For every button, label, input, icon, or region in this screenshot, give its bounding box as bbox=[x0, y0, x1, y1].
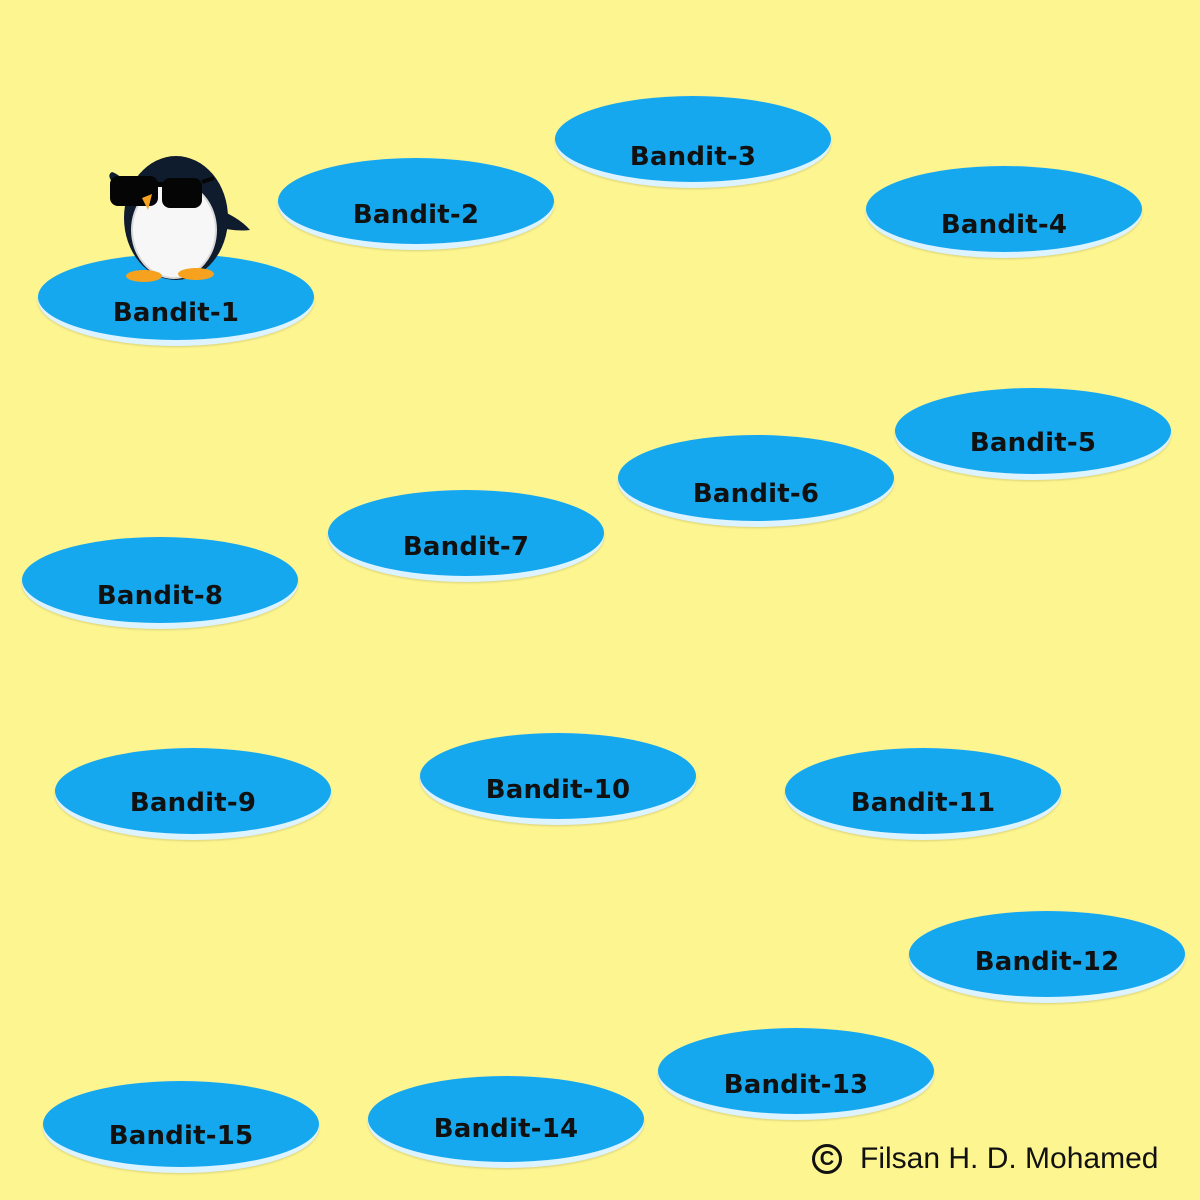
pad-label: Bandit-11 bbox=[850, 788, 996, 818]
pad-label: Bandit-5 bbox=[969, 428, 1097, 458]
pad-label: Bandit-14 bbox=[433, 1114, 579, 1144]
pad-bandit-5[interactable]: Bandit-5 bbox=[895, 388, 1171, 480]
pad-bandit-15[interactable]: Bandit-15 bbox=[43, 1081, 319, 1173]
copyright-credit: C Filsan H. D. Mohamed bbox=[812, 1139, 1158, 1179]
copyright-icon: C bbox=[812, 1144, 842, 1174]
pad-label: Bandit-8 bbox=[96, 581, 224, 611]
pad-label: Bandit-2 bbox=[352, 200, 480, 230]
pad-bandit-12[interactable]: Bandit-12 bbox=[909, 911, 1185, 1003]
pad-bandit-10[interactable]: Bandit-10 bbox=[420, 733, 696, 825]
pad-label: Bandit-7 bbox=[402, 532, 530, 562]
pad-bandit-3[interactable]: Bandit-3 bbox=[555, 96, 831, 188]
pad-label: Bandit-13 bbox=[723, 1070, 869, 1100]
pad-label: Bandit-4 bbox=[940, 210, 1068, 240]
pad-bandit-8[interactable]: Bandit-8 bbox=[22, 537, 298, 629]
pad-label: Bandit-9 bbox=[129, 788, 257, 818]
pad-bandit-11[interactable]: Bandit-11 bbox=[785, 748, 1061, 840]
pad-label: Bandit-12 bbox=[974, 947, 1120, 977]
pad-bandit-7[interactable]: Bandit-7 bbox=[328, 490, 604, 582]
pad-label: Bandit-10 bbox=[485, 775, 631, 805]
penguin-with-sunglasses-icon bbox=[109, 156, 250, 282]
pad-label: Bandit-15 bbox=[108, 1121, 254, 1151]
pad-label: Bandit-3 bbox=[629, 142, 757, 172]
pad-bandit-13[interactable]: Bandit-13 bbox=[658, 1028, 934, 1120]
pad-bandit-9[interactable]: Bandit-9 bbox=[55, 748, 331, 840]
credit-text: Filsan H. D. Mohamed bbox=[860, 1142, 1159, 1175]
pad-bandit-4[interactable]: Bandit-4 bbox=[866, 166, 1142, 258]
pad-bandit-6[interactable]: Bandit-6 bbox=[618, 435, 894, 527]
pad-bandit-2[interactable]: Bandit-2 bbox=[278, 158, 554, 250]
pad-bandit-14[interactable]: Bandit-14 bbox=[368, 1076, 644, 1168]
pad-label: Bandit-1 bbox=[112, 298, 240, 328]
pad-label: Bandit-6 bbox=[692, 479, 820, 509]
